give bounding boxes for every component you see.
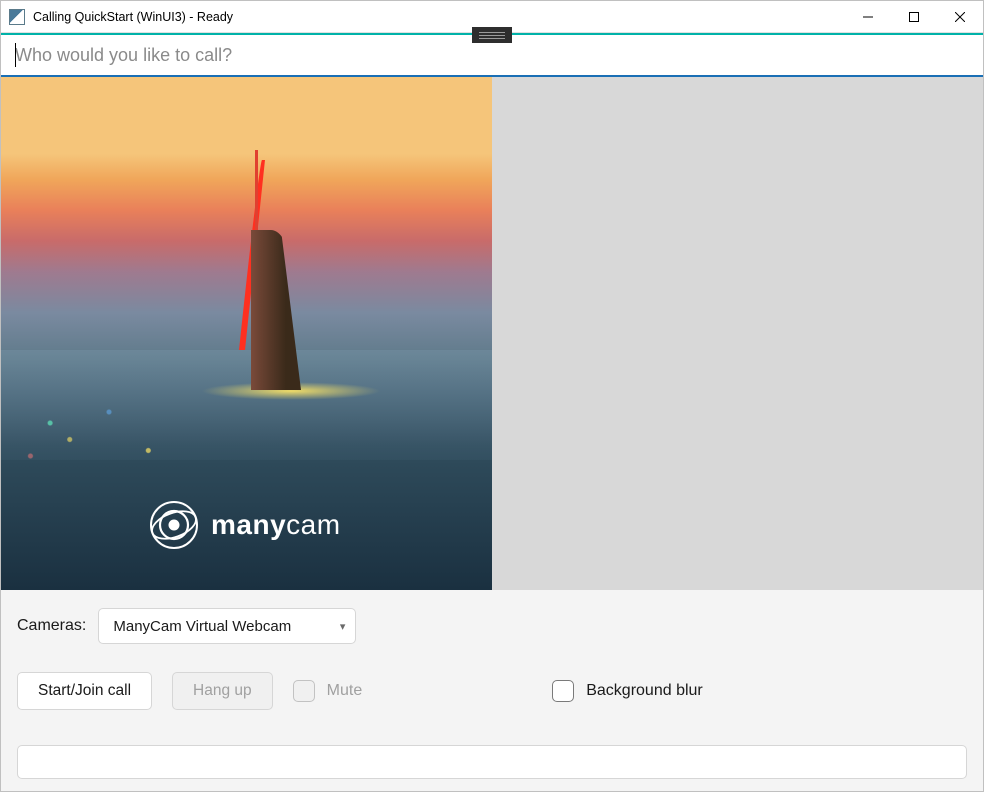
mute-checkbox-group: Mute [293, 680, 363, 702]
drag-grip-icon[interactable] [472, 27, 512, 43]
video-row: manycam [1, 77, 983, 590]
camera-select[interactable]: ManyCam Virtual Webcam ▾ [98, 608, 356, 644]
status-bar [17, 745, 967, 779]
scene-tower [231, 160, 311, 390]
background-blur-label: Background blur [586, 682, 703, 700]
controls-panel: Cameras: ManyCam Virtual Webcam ▾ Start/… [1, 590, 983, 791]
minimize-icon [863, 12, 873, 22]
text-caret [15, 43, 16, 67]
button-row: Start/Join call Hang up Mute Background … [17, 672, 967, 710]
window-title: Calling QuickStart (WinUI3) - Ready [33, 10, 845, 24]
mute-label: Mute [327, 682, 363, 700]
hang-up-button: Hang up [172, 672, 273, 710]
video-watermark: manycam [149, 500, 341, 550]
local-video-pane: manycam [1, 77, 492, 590]
camera-select-value: ManyCam Virtual Webcam [113, 618, 291, 635]
callee-input-row [1, 35, 983, 77]
hang-up-label: Hang up [193, 682, 252, 700]
app-icon [9, 9, 25, 25]
manycam-logo-icon [149, 500, 199, 550]
close-button[interactable] [937, 1, 983, 32]
cameras-label: Cameras: [17, 617, 86, 635]
close-icon [955, 12, 965, 22]
start-join-label: Start/Join call [38, 682, 131, 700]
background-blur-checkbox[interactable] [552, 680, 574, 702]
watermark-brand-text: manycam [211, 509, 341, 541]
maximize-icon [909, 12, 919, 22]
window-controls [845, 1, 983, 32]
maximize-button[interactable] [891, 1, 937, 32]
remote-video-pane [492, 77, 983, 590]
app-window: Calling QuickStart (WinUI3) - Ready [0, 0, 984, 792]
minimize-button[interactable] [845, 1, 891, 32]
camera-row: Cameras: ManyCam Virtual Webcam ▾ [17, 608, 967, 644]
background-blur-checkbox-group: Background blur [552, 680, 703, 702]
start-join-call-button[interactable]: Start/Join call [17, 672, 152, 710]
chevron-down-icon: ▾ [340, 620, 346, 633]
mute-checkbox [293, 680, 315, 702]
